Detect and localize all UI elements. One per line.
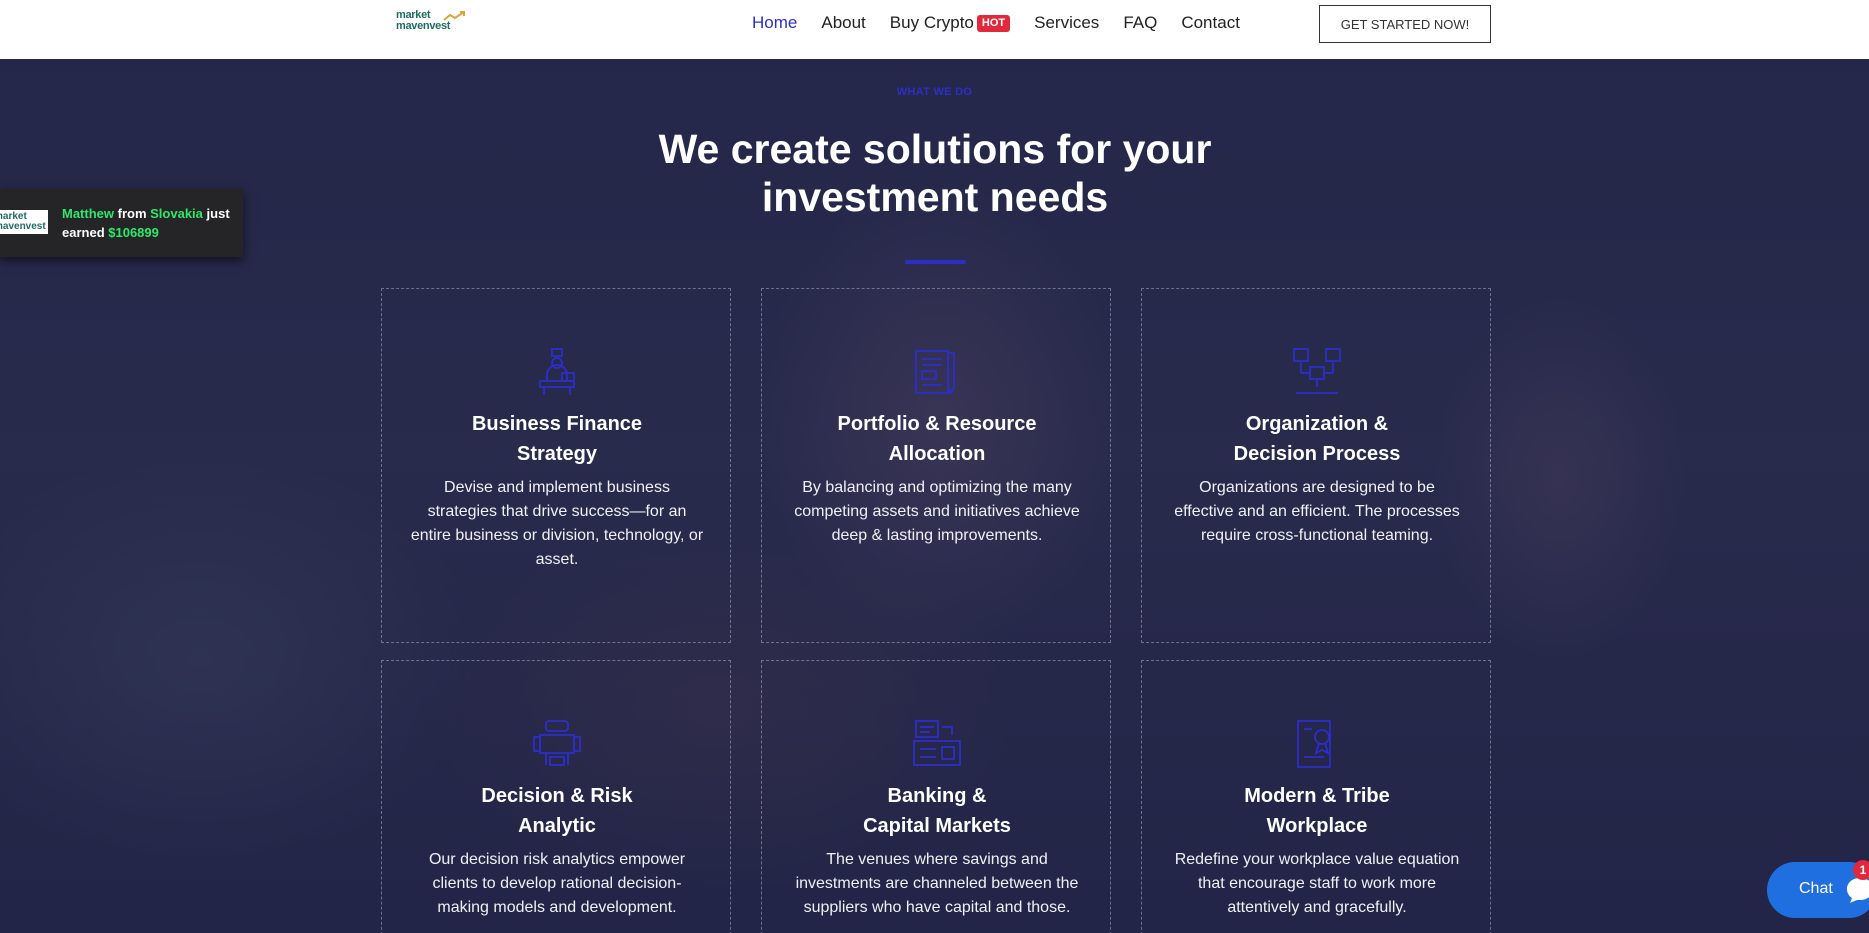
card-title-line-1: Decision & Risk — [481, 785, 633, 807]
certificate-icon — [1297, 720, 1331, 768]
presenter-desk-icon — [539, 348, 575, 395]
service-card-business-finance[interactable]: Business Finance Strategy Devise and imp… — [381, 288, 731, 643]
toast-amount: $106899 — [108, 225, 159, 240]
service-card-decision-risk[interactable]: Decision & Risk Analytic Our decision ri… — [381, 660, 731, 933]
chat-unread-badge: 1 — [1853, 860, 1869, 880]
section-eyebrow: WHAT WE DO — [896, 86, 973, 98]
card-title: Business Finance Strategy — [402, 409, 712, 469]
title-underline — [905, 260, 966, 264]
chat-label: Chat — [1799, 880, 1833, 897]
card-title-line-2: Analytic — [518, 815, 596, 837]
card-title-line-1: Portfolio & Resource — [837, 413, 1037, 435]
main-nav: Home About Buy Crypto HOT Services FAQ Co… — [752, 12, 1240, 34]
site-logo[interactable]: market mavenvest — [396, 10, 468, 36]
toast-message: Matthew from Slovakia just earned $10689… — [62, 204, 242, 242]
card-title-line-2: Capital Markets — [863, 815, 1011, 837]
toast-from: from — [117, 206, 147, 221]
nav-about-label: About — [821, 13, 866, 32]
hot-badge: HOT — [976, 14, 1011, 32]
service-card-workplace[interactable]: Modern & Tribe Workplace Redefine your w… — [1141, 660, 1491, 933]
card-title-line-1: Banking & — [887, 785, 987, 807]
nav-buy-crypto[interactable]: Buy Crypto HOT — [889, 13, 1011, 33]
meeting-table-icon — [533, 720, 581, 766]
nav-contact[interactable]: Contact — [1181, 13, 1240, 33]
nav-about[interactable]: About — [821, 13, 865, 33]
nav-services-label: Services — [1034, 13, 1100, 32]
card-title-line-2: Decision Process — [1233, 443, 1401, 465]
card-description: Our decision risk analytics empower clie… — [428, 851, 686, 916]
card-title-line-2: Workplace — [1266, 815, 1368, 837]
nav-home-label: Home — [752, 13, 798, 32]
nav-faq-label: FAQ — [1123, 13, 1158, 32]
toast-logo-text: market mavenvest — [0, 211, 46, 232]
toast-name: Matthew — [62, 206, 114, 221]
card-description: Organizations are designed to be effecti… — [1174, 479, 1460, 544]
logo-line-2: mavenvest — [396, 20, 451, 32]
service-card-organization[interactable]: Organization & Decision Process Organiza… — [1141, 288, 1491, 643]
toast-country: Slovakia — [150, 206, 203, 221]
card-title: Modern & Tribe Workplace — [1162, 781, 1472, 841]
service-card-portfolio[interactable]: Portfolio & Resource Allocation By balan… — [761, 288, 1111, 643]
nav-buy-crypto-label: Buy Crypto — [889, 13, 974, 32]
nav-services[interactable]: Services — [1034, 13, 1099, 33]
card-title-line-2: Allocation — [888, 443, 986, 465]
card-description: Devise and implement business strategies… — [410, 479, 704, 568]
section-title: We create solutions for your investment … — [658, 126, 1212, 220]
card-title-line-1: Organization & — [1245, 413, 1389, 435]
card-title-line-1: Business Finance — [471, 413, 643, 435]
card-title-line-1: Modern & Tribe — [1244, 785, 1390, 807]
get-started-button[interactable]: GET STARTED NOW! — [1319, 5, 1491, 43]
service-card-banking[interactable]: Banking & Capital Markets The venues whe… — [761, 660, 1111, 933]
card-title: Organization & Decision Process — [1162, 409, 1472, 469]
document-pen-icon — [915, 350, 955, 396]
org-chart-icon — [1293, 348, 1341, 394]
earnings-notification[interactable]: market mavenvest Matthew from Slovakia j… — [0, 189, 243, 257]
card-description: By balancing and optimizing the many com… — [794, 479, 1080, 544]
toast-earned: earned — [62, 225, 105, 240]
chat-bubble-icon — [1847, 878, 1869, 903]
nav-faq[interactable]: FAQ — [1123, 13, 1157, 33]
logo-trend-icon — [443, 11, 465, 21]
card-title: Banking & Capital Markets — [782, 781, 1092, 841]
card-description: Redefine your workplace value equation t… — [1174, 851, 1460, 916]
site-header: market mavenvest Home About Buy Crypto HO… — [0, 0, 1869, 59]
card-description: The venues where savings and investments… — [795, 851, 1079, 916]
nav-home[interactable]: Home — [752, 13, 797, 33]
toast-just: just — [206, 206, 230, 221]
nav-contact-label: Contact — [1181, 13, 1240, 32]
card-title: Portfolio & Resource Allocation — [782, 409, 1092, 469]
banking-screen-icon — [913, 720, 961, 766]
toast-logo: market mavenvest — [0, 210, 48, 234]
services-section: WHAT WE DO We create solutions for your … — [0, 59, 1869, 933]
card-title-line-2: Strategy — [516, 443, 598, 465]
card-title: Decision & Risk Analytic — [402, 781, 712, 841]
